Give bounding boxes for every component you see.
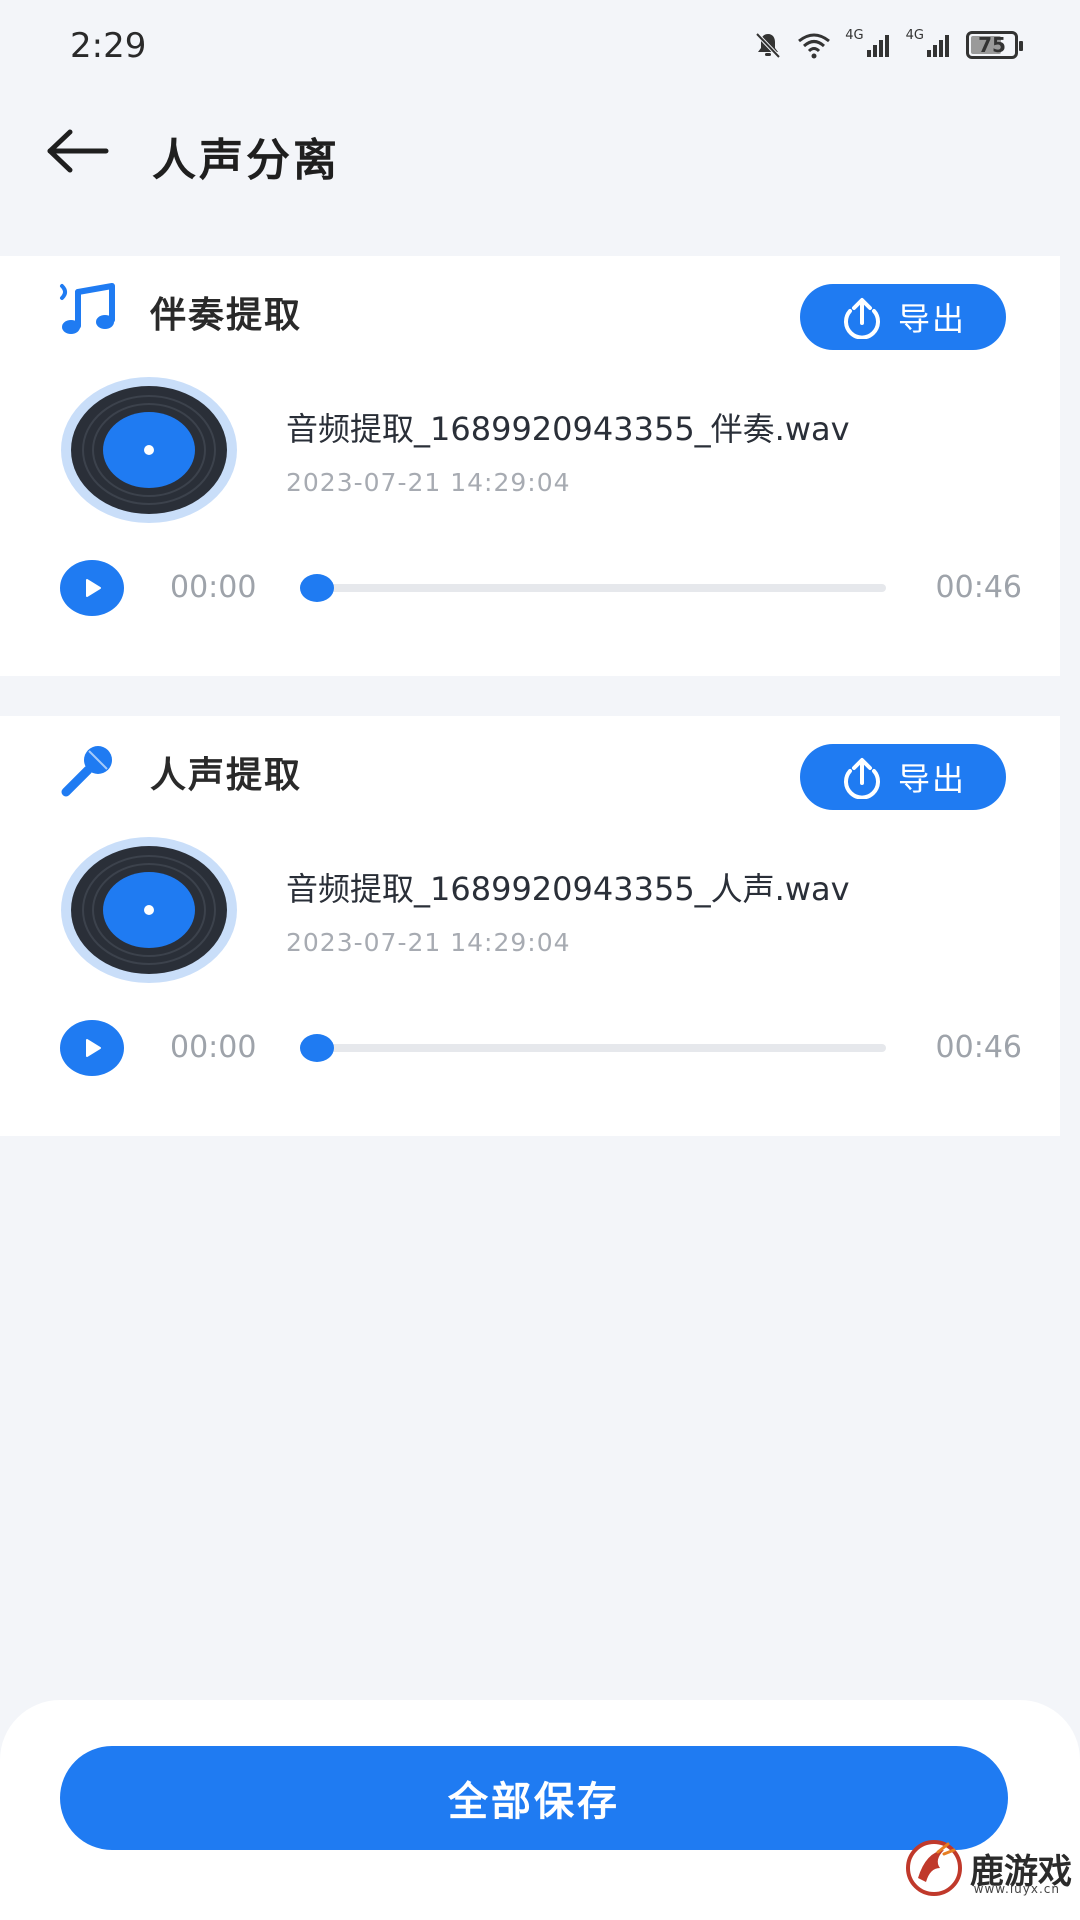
app-header: 人声分离 [0, 100, 1080, 220]
seek-thumb[interactable] [300, 1034, 334, 1062]
status-time: 2:29 [70, 26, 147, 66]
card-title: 人声提取 [150, 755, 303, 796]
file-name: 音频提取_1689920943355_人声.wav [286, 870, 850, 908]
file-timestamp: 2023-07-21 14:29:04 [286, 928, 571, 957]
export-button[interactable]: 导出 [800, 284, 1006, 350]
upload-icon [844, 298, 880, 339]
wifi-icon [797, 31, 831, 59]
play-button[interactable] [60, 1020, 124, 1076]
watermark-url: www.luyx.cn [973, 1882, 1060, 1896]
network-label: 4G [845, 27, 864, 43]
current-time: 00:00 [170, 1030, 257, 1065]
vinyl-disc-icon [60, 376, 238, 524]
arrow-left-icon [47, 129, 109, 173]
seek-thumb[interactable] [300, 574, 334, 602]
export-label: 导出 [897, 300, 966, 338]
play-icon [86, 579, 101, 597]
play-icon [86, 1039, 101, 1057]
deer-logo-icon [906, 1840, 962, 1896]
export-button[interactable]: 导出 [800, 744, 1006, 810]
network-label-2: 4G [905, 27, 924, 43]
save-all-button[interactable]: 全部保存 [60, 1746, 1008, 1850]
microphone-icon [58, 742, 118, 798]
upload-icon [844, 758, 880, 799]
progress-track[interactable] [300, 584, 886, 592]
signal-icon-2: 4G [906, 28, 952, 58]
duration: 00:46 [935, 1030, 1022, 1065]
back-button[interactable] [44, 126, 114, 176]
vocals-card: 人声提取 导出 音频提取_1689920943355_人声.wav 2023-0… [0, 716, 1060, 1136]
watermark: 鹿游戏 www.luyx.cn [904, 1838, 1072, 1898]
progress-track[interactable] [300, 1044, 886, 1052]
duration: 00:46 [935, 570, 1022, 605]
battery-icon: 75 [966, 31, 1023, 59]
battery-level: 75 [978, 33, 1006, 57]
accompaniment-card: 伴奏提取 导出 音频提取_1689920943355_伴奏.wav 2023-0… [0, 256, 1060, 676]
music-note-icon [58, 282, 118, 338]
export-label: 导出 [897, 760, 966, 798]
file-name: 音频提取_1689920943355_伴奏.wav [286, 410, 850, 448]
status-icons: 4G 4G 75 [753, 28, 1023, 60]
play-button[interactable] [60, 560, 124, 616]
signal-icon: 4G [845, 28, 891, 58]
mute-bell-icon [753, 30, 783, 60]
current-time: 00:00 [170, 570, 257, 605]
card-title: 伴奏提取 [150, 295, 303, 336]
page-title: 人声分离 [152, 135, 340, 186]
file-timestamp: 2023-07-21 14:29:04 [286, 468, 571, 497]
status-bar: 2:29 4G 4G 75 [0, 0, 1080, 100]
vinyl-disc-icon [60, 836, 238, 984]
